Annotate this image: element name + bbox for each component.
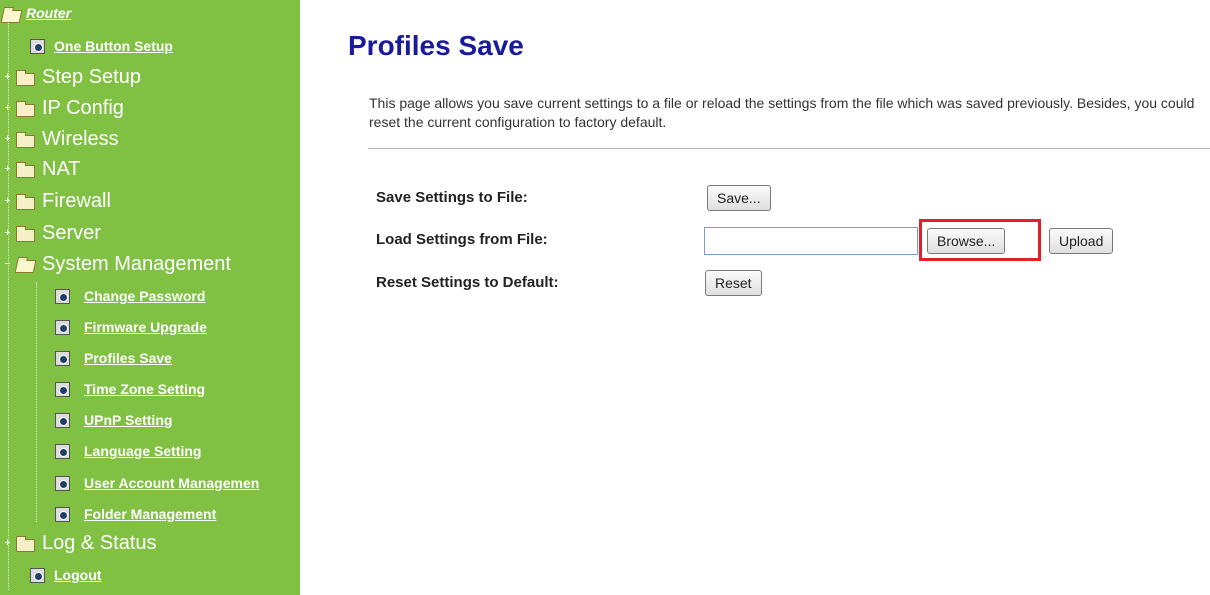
page-icon	[55, 507, 70, 522]
folder-icon	[16, 536, 35, 552]
page-description: This page allows you save current settin…	[369, 95, 1195, 130]
folder-label[interactable]: NAT	[42, 158, 81, 181]
link-label[interactable]: Time Zone Setting	[84, 381, 205, 397]
folder-label[interactable]: Log & Status	[42, 532, 157, 555]
folder-icon	[16, 226, 35, 242]
page-title: Profiles Save	[348, 30, 524, 61]
folder-label[interactable]: Server	[42, 222, 101, 245]
root-label[interactable]: Router	[26, 5, 71, 21]
expand-plus-icon[interactable]: +	[3, 103, 12, 114]
link-label[interactable]: UPnP Setting	[84, 412, 172, 428]
expand-plus-icon[interactable]: +	[3, 134, 12, 145]
expand-plus-icon[interactable]: +	[3, 538, 12, 549]
page-icon	[55, 413, 70, 428]
open-folder-icon	[0, 10, 23, 23]
link-label[interactable]: Change Password	[84, 288, 205, 304]
expand-plus-icon[interactable]: +	[3, 196, 12, 207]
reset-settings-label: Reset Settings to Default:	[376, 274, 559, 291]
page-icon	[30, 568, 45, 583]
page-icon	[55, 444, 70, 459]
page-icon	[30, 39, 45, 54]
load-settings-label: Load Settings from File:	[376, 231, 548, 248]
folder-label[interactable]: Wireless	[42, 128, 119, 151]
folder-label[interactable]: Firewall	[42, 190, 111, 213]
folder-label[interactable]: Step Setup	[42, 66, 141, 89]
folder-icon	[16, 70, 35, 86]
page-icon	[55, 320, 70, 335]
collapse-minus-icon[interactable]: −	[3, 259, 12, 270]
folder-icon	[16, 101, 35, 117]
expand-plus-icon[interactable]: +	[3, 228, 12, 239]
expand-plus-icon[interactable]: +	[3, 72, 12, 83]
upload-button[interactable]: Upload	[1049, 228, 1114, 254]
page-icon	[55, 289, 70, 304]
save-button[interactable]: Save...	[707, 185, 771, 211]
link-label[interactable]: User Account Managemen	[84, 475, 259, 491]
link-label[interactable]: One Button Setup	[54, 38, 173, 54]
link-label[interactable]: Profiles Save	[84, 350, 172, 366]
page-icon	[55, 476, 70, 491]
link-label[interactable]: Logout	[54, 567, 101, 583]
folder-icon	[16, 162, 35, 178]
folder-label[interactable]: IP Config	[42, 97, 124, 120]
file-path-input[interactable]	[704, 227, 918, 255]
link-label[interactable]: Language Setting	[84, 443, 201, 459]
reset-button[interactable]: Reset	[705, 270, 762, 296]
divider	[368, 148, 1210, 149]
folder-icon	[16, 194, 35, 210]
tree-line	[36, 282, 37, 522]
save-settings-label: Save Settings to File:	[376, 189, 528, 206]
expand-plus-icon[interactable]: +	[3, 164, 12, 175]
link-label[interactable]: Folder Management	[84, 506, 216, 522]
link-label[interactable]: Firmware Upgrade	[84, 319, 207, 335]
folder-icon	[16, 132, 35, 148]
page-icon	[55, 382, 70, 397]
folder-label[interactable]: System Management	[42, 253, 231, 276]
sidebar-nav: Router One Button Setup + Step Setup + IP Co…	[0, 0, 300, 595]
highlight-box	[919, 219, 1041, 261]
page-icon	[55, 351, 70, 366]
open-folder-icon	[14, 260, 37, 273]
